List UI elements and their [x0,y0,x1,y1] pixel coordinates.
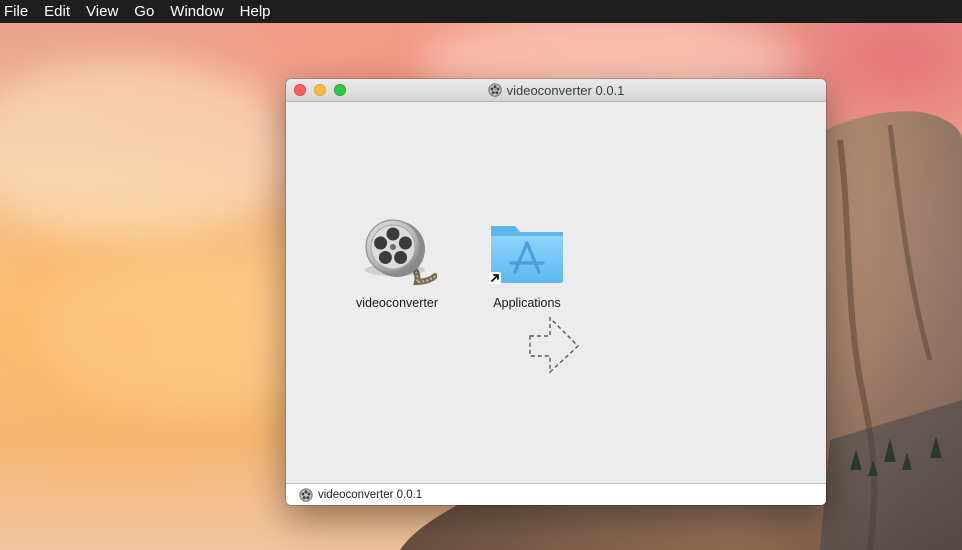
menu-bar: File Edit View Go Window Help [0,0,962,23]
desktop: File Edit View Go Window Help videoconve… [0,0,962,550]
film-reel-icon [357,216,438,288]
menu-help[interactable]: Help [233,0,280,23]
window-title: videoconverter 0.0.1 [506,82,625,98]
applications-folder-item[interactable]: Applications [472,216,582,310]
minimize-button[interactable] [314,84,326,96]
window-title-group: videoconverter 0.0.1 [487,82,625,98]
menu-go[interactable]: Go [127,0,163,23]
menu-window[interactable]: Window [163,0,232,23]
finder-window: videoconverter 0.0.1 videoconverter Appl… [286,79,826,505]
applications-label: Applications [493,296,561,310]
drag-arrow-icon [529,316,580,374]
menu-view[interactable]: View [79,0,127,23]
window-titlebar[interactable]: videoconverter 0.0.1 [286,79,826,102]
applications-folder-icon [487,216,567,288]
videoconverter-label: videoconverter [356,296,438,310]
film-reel-icon [487,83,502,97]
zoom-button[interactable] [334,84,346,96]
film-reel-icon [299,487,313,502]
path-bar: videoconverter 0.0.1 [286,483,826,505]
videoconverter-app-item[interactable]: videoconverter [342,216,452,310]
path-bar-label[interactable]: videoconverter 0.0.1 [318,489,422,501]
window-content: videoconverter Applications [286,102,826,483]
menu-file[interactable]: File [0,0,37,23]
close-button[interactable] [294,84,306,96]
menu-edit[interactable]: Edit [37,0,79,23]
